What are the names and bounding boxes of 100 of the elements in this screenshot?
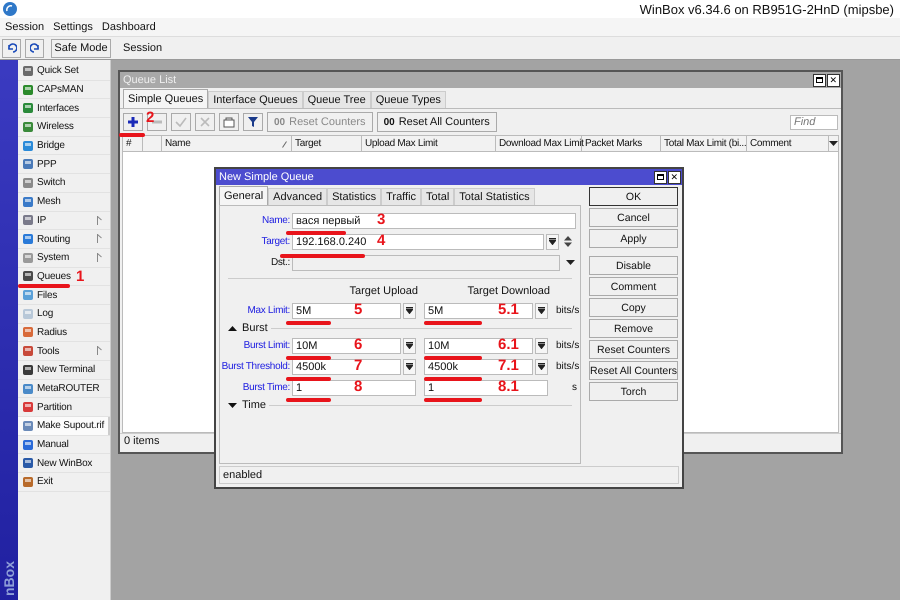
sidebar-item[interactable]: Bridge [18, 136, 110, 156]
dialog-button[interactable]: OK [589, 187, 678, 206]
sidebar-item[interactable]: Exit [18, 473, 110, 492]
sidebar-item[interactable]: Manual [18, 436, 110, 454]
sidebar-item[interactable]: Quick Set [18, 62, 110, 81]
tab[interactable]: Interface Queues [208, 91, 303, 108]
tab[interactable]: Total [421, 188, 454, 205]
annotation-number: 6 [354, 336, 362, 352]
menu-icon [22, 308, 34, 320]
sort-icon [282, 141, 287, 148]
field-label[interactable]: Max Limit: [220, 305, 292, 316]
sidebar-item[interactable]: Queues 1 [18, 268, 110, 286]
safe-mode-button[interactable]: Safe Mode [51, 38, 111, 58]
dialog-button[interactable]: Cancel [589, 208, 678, 227]
annotation-number: 2 [146, 110, 154, 125]
dropdown-arrow-icon [406, 363, 413, 370]
close-button[interactable]: ✕ [668, 170, 681, 184]
dropdown-button[interactable] [403, 302, 416, 318]
menu-icon [22, 289, 34, 302]
dropdown-arrow-icon[interactable] [566, 260, 575, 265]
menu-icon [22, 252, 34, 264]
sidebar-item[interactable]: Switch [18, 174, 110, 193]
tab[interactable]: Simple Queues [123, 89, 208, 108]
menu-icon [22, 102, 34, 114]
redo-icon [30, 43, 40, 53]
field-label[interactable]: Name: [220, 215, 292, 226]
field-label[interactable]: Burst Time: [220, 382, 292, 393]
menu-icon [22, 364, 34, 376]
dialog-button[interactable]: Torch [589, 382, 678, 401]
column-header[interactable]: Download Max Limit [496, 136, 582, 151]
dialog-button[interactable]: Reset Counters [589, 340, 678, 359]
column-header[interactable]: Comment [747, 136, 829, 151]
close-button[interactable]: ✕ [827, 74, 840, 86]
column-header[interactable]: Name [162, 136, 292, 151]
tab[interactable]: Total Statistics [454, 188, 535, 205]
sidebar-item[interactable]: New WinBox [18, 454, 110, 474]
menu-item[interactable]: Dashboard [102, 21, 156, 33]
tab[interactable]: Statistics [327, 188, 382, 205]
expand-toggle-icon[interactable] [228, 326, 237, 330]
find-field[interactable]: Find [790, 114, 838, 130]
sidebar-item[interactable]: PPP [18, 155, 110, 174]
tab[interactable]: Traffic [381, 188, 422, 205]
reset-button[interactable]: 00 Reset All Counters [376, 112, 497, 132]
sidebar-item[interactable]: Wireless [18, 118, 110, 137]
column-header[interactable]: Total Max Limit (bi... [661, 136, 747, 151]
column-header[interactable]: Target [292, 136, 362, 151]
add-button[interactable] [123, 113, 143, 131]
dropdown-button[interactable] [546, 234, 559, 250]
menu-item[interactable]: Settings [53, 21, 93, 33]
dialog-button[interactable]: Apply [589, 229, 678, 248]
comment-button[interactable] [219, 113, 239, 131]
menu-icon [22, 64, 34, 77]
menu-item[interactable]: Session [5, 21, 44, 33]
dialog-button[interactable]: Copy [589, 298, 678, 317]
maximize-button[interactable] [654, 170, 667, 184]
sidebar-item[interactable]: Interfaces [18, 99, 110, 118]
section-title[interactable]: Burst [242, 322, 268, 334]
up-down-icon[interactable] [564, 236, 572, 247]
column-header[interactable]: Upload Max Limit [362, 136, 496, 151]
sidebar-item[interactable]: IP [18, 212, 110, 230]
menu-icon [22, 457, 34, 470]
tab[interactable]: Queue Tree [302, 91, 371, 108]
sidebar-item[interactable]: Tools [18, 342, 110, 361]
sidebar-item[interactable]: Routing [18, 230, 110, 249]
dialog-button[interactable]: Disable [589, 256, 678, 275]
dialog-button[interactable]: Remove [589, 319, 678, 338]
sidebar-item[interactable]: Make Supout.rif [18, 417, 110, 436]
redo-button[interactable] [25, 38, 44, 58]
dropdown-button[interactable] [535, 338, 548, 354]
dialog-button[interactable]: Reset All Counters [589, 361, 678, 380]
field-label[interactable]: Burst Threshold: [220, 361, 292, 372]
sidebar-item[interactable]: MetaROUTER [18, 380, 110, 398]
tab[interactable]: Queue Types [370, 91, 446, 108]
sidebar-item[interactable]: Radius [18, 324, 110, 342]
sidebar-item[interactable]: Log [18, 304, 110, 324]
dropdown-button[interactable] [403, 338, 416, 354]
annotation-number: 5.1 [498, 302, 519, 316]
dst-field[interactable] [292, 254, 560, 270]
annotation-number: 1 [76, 268, 84, 284]
sidebar-item[interactable]: New Terminal [18, 361, 110, 380]
expand-toggle-icon[interactable] [228, 402, 237, 408]
dropdown-arrow-icon [538, 307, 545, 314]
tab[interactable]: Advanced [268, 188, 328, 205]
field-label[interactable]: Burst Limit: [220, 340, 292, 351]
sidebar-item[interactable]: Files [18, 286, 110, 305]
tab[interactable]: General [219, 186, 268, 205]
sidebar-item[interactable]: System [18, 248, 110, 268]
dropdown-button[interactable] [535, 358, 548, 374]
column-header[interactable]: # [123, 136, 143, 151]
dropdown-button[interactable] [535, 302, 548, 318]
dialog-button[interactable]: Comment [589, 277, 678, 296]
undo-button[interactable] [2, 38, 21, 58]
cross-icon [199, 116, 211, 128]
filter-button[interactable] [243, 113, 263, 131]
dropdown-button[interactable] [403, 358, 416, 374]
section-title[interactable]: Time [242, 399, 266, 411]
sidebar-item[interactable]: Mesh [18, 192, 110, 212]
sidebar-item[interactable]: CAPsMAN [18, 80, 110, 100]
maximize-button[interactable] [813, 74, 826, 86]
field-label[interactable]: Target: [220, 236, 292, 247]
